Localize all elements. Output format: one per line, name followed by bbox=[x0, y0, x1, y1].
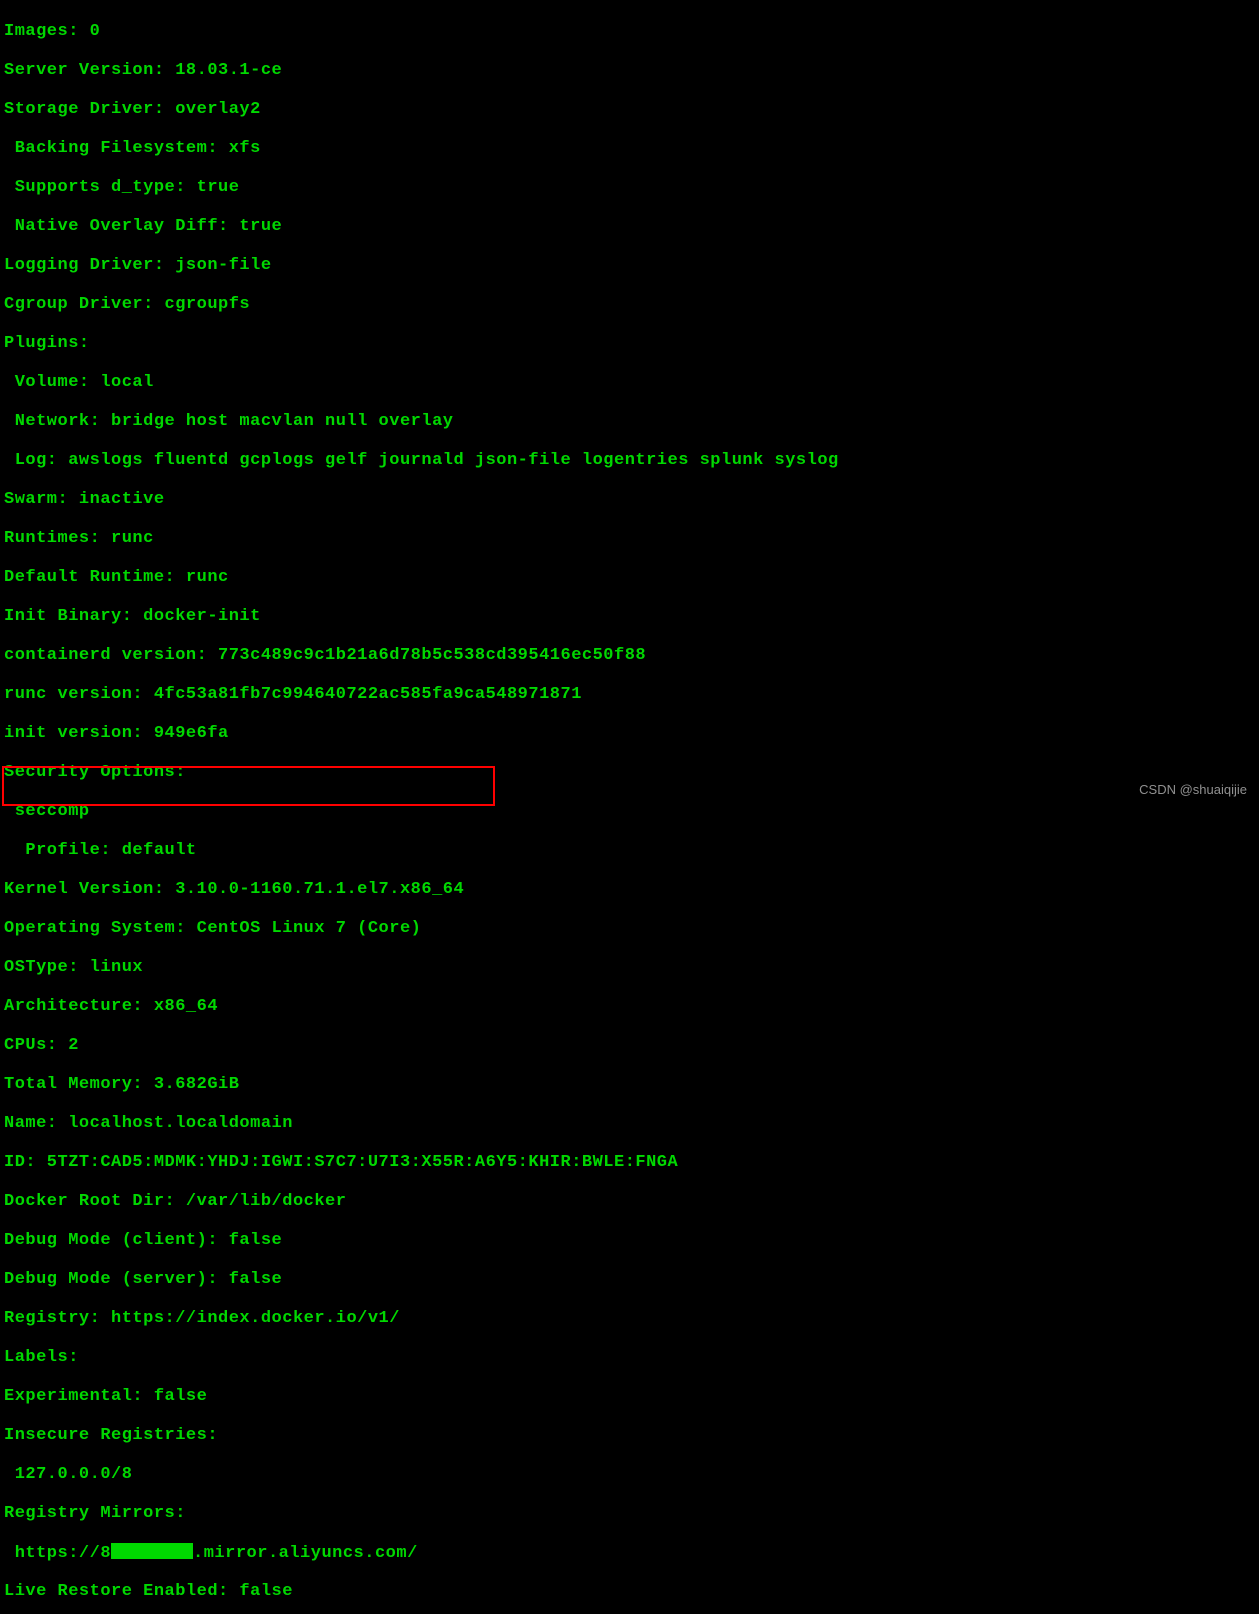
terminal-line: containerd version: 773c489c9c1b21a6d78b… bbox=[4, 646, 1255, 666]
terminal-line: Images: 0 bbox=[4, 22, 1255, 42]
terminal-line: Architecture: x86_64 bbox=[4, 997, 1255, 1017]
terminal-line: Logging Driver: json-file bbox=[4, 256, 1255, 276]
terminal-line: Operating System: CentOS Linux 7 (Core) bbox=[4, 919, 1255, 939]
terminal-line: Labels: bbox=[4, 1348, 1255, 1368]
terminal-line: Init Binary: docker-init bbox=[4, 607, 1255, 627]
terminal-line: Name: localhost.localdomain bbox=[4, 1114, 1255, 1134]
terminal-line: Default Runtime: runc bbox=[4, 568, 1255, 588]
mirror-url-prefix: https://8 bbox=[4, 1543, 111, 1562]
terminal-line: Runtimes: runc bbox=[4, 529, 1255, 549]
registry-mirror-line: https://8 .mirror.aliyuncs.com/ bbox=[4, 1543, 1255, 1563]
terminal-line: Registry Mirrors: bbox=[4, 1504, 1255, 1524]
terminal-line: Storage Driver: overlay2 bbox=[4, 100, 1255, 120]
terminal-line: Debug Mode (client): false bbox=[4, 1231, 1255, 1251]
redacted-block bbox=[111, 1543, 193, 1559]
terminal-output[interactable]: Images: 0 Server Version: 18.03.1-ce Sto… bbox=[4, 2, 1255, 1614]
terminal-line: Log: awslogs fluentd gcplogs gelf journa… bbox=[4, 451, 1255, 471]
terminal-line: Experimental: false bbox=[4, 1387, 1255, 1407]
terminal-line: runc version: 4fc53a81fb7c994640722ac585… bbox=[4, 685, 1255, 705]
terminal-line: OSType: linux bbox=[4, 958, 1255, 978]
terminal-line: Live Restore Enabled: false bbox=[4, 1582, 1255, 1602]
terminal-line: Profile: default bbox=[4, 841, 1255, 861]
terminal-line: Plugins: bbox=[4, 334, 1255, 354]
terminal-line: Total Memory: 3.682GiB bbox=[4, 1075, 1255, 1095]
terminal-line: Server Version: 18.03.1-ce bbox=[4, 61, 1255, 81]
terminal-line: Kernel Version: 3.10.0-1160.71.1.el7.x86… bbox=[4, 880, 1255, 900]
terminal-line: Network: bridge host macvlan null overla… bbox=[4, 412, 1255, 432]
terminal-line: Security Options: bbox=[4, 763, 1255, 783]
terminal-line: Insecure Registries: bbox=[4, 1426, 1255, 1446]
terminal-line: CPUs: 2 bbox=[4, 1036, 1255, 1056]
terminal-line: Swarm: inactive bbox=[4, 490, 1255, 510]
terminal-line: ID: 5TZT:CAD5:MDMK:YHDJ:IGWI:S7C7:U7I3:X… bbox=[4, 1153, 1255, 1173]
terminal-line: Debug Mode (server): false bbox=[4, 1270, 1255, 1290]
terminal-line: Backing Filesystem: xfs bbox=[4, 139, 1255, 159]
terminal-line: init version: 949e6fa bbox=[4, 724, 1255, 744]
terminal-line: Docker Root Dir: /var/lib/docker bbox=[4, 1192, 1255, 1212]
terminal-line: Registry: https://index.docker.io/v1/ bbox=[4, 1309, 1255, 1329]
csdn-watermark: CSDN @shuaiqijie bbox=[1139, 780, 1247, 800]
mirror-url-suffix: .mirror.aliyuncs.com/ bbox=[193, 1543, 418, 1562]
terminal-line: 127.0.0.0/8 bbox=[4, 1465, 1255, 1485]
terminal-line: Cgroup Driver: cgroupfs bbox=[4, 295, 1255, 315]
terminal-line: Native Overlay Diff: true bbox=[4, 217, 1255, 237]
terminal-line: seccomp bbox=[4, 802, 1255, 822]
terminal-line: Volume: local bbox=[4, 373, 1255, 393]
terminal-line: Supports d_type: true bbox=[4, 178, 1255, 198]
